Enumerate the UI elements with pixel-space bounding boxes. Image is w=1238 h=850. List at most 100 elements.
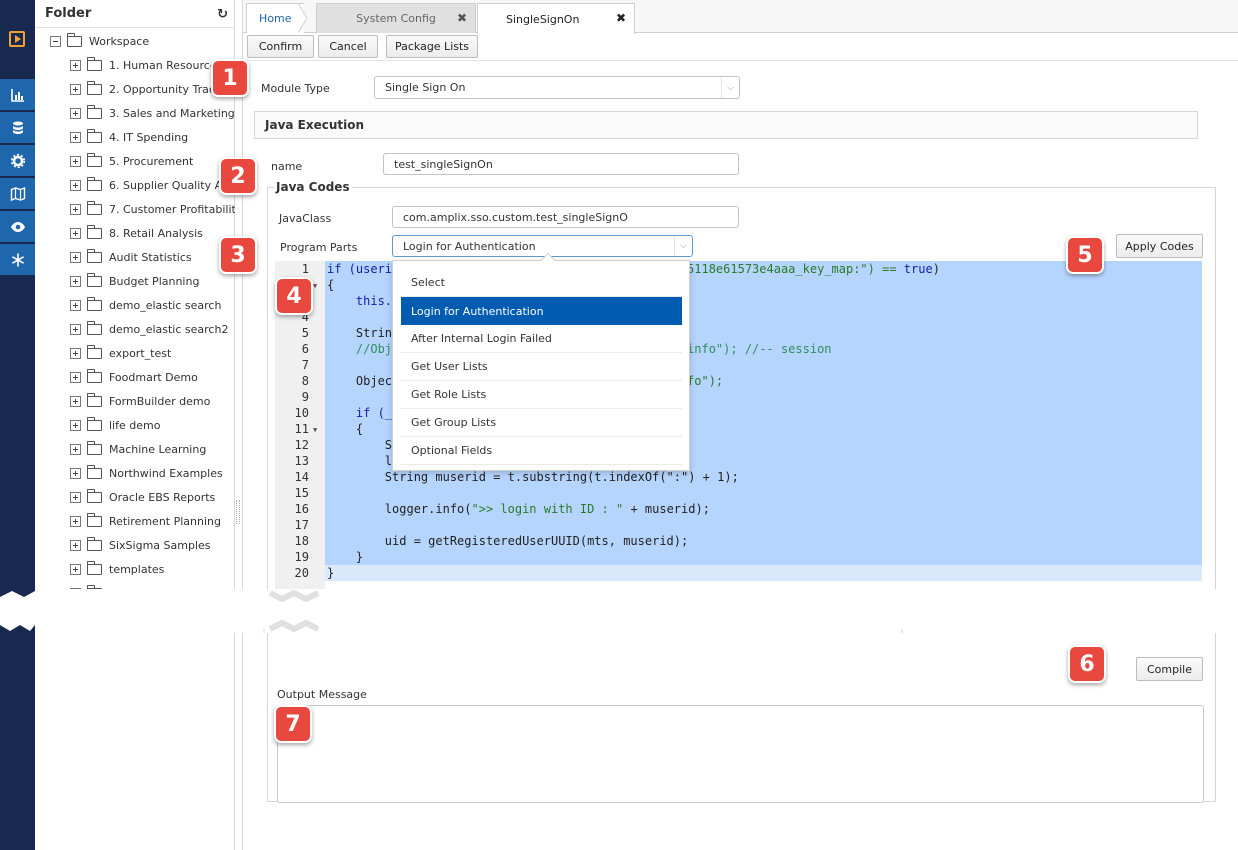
tree-item[interactable]: Retirement Planning [70, 509, 235, 533]
expand-icon[interactable] [70, 299, 81, 311]
expand-icon[interactable] [70, 227, 81, 239]
breadcrumb-chevron [298, 3, 308, 33]
confirm-button[interactable]: Confirm [247, 35, 314, 58]
expand-icon[interactable] [70, 179, 81, 191]
expand-icon[interactable] [70, 491, 81, 503]
tree-item[interactable]: demo_elastic search [70, 293, 235, 317]
dropdown-option[interactable]: Get Role Lists [401, 381, 682, 409]
tree-item[interactable]: Foodmart Demo [70, 365, 235, 389]
page-break-tear [0, 589, 1238, 633]
chevron-down-icon[interactable]: ⌵ [721, 77, 739, 98]
tree-root-label: Workspace [89, 34, 150, 48]
dropdown-option[interactable]: Optional Fields [401, 437, 682, 465]
dropdown-option[interactable]: Select [401, 269, 682, 297]
expand-icon[interactable] [70, 131, 81, 143]
code-line-10: if (_ [327, 405, 392, 421]
code-line-14: String muserid = t.substring(t.indexOf("… [327, 470, 739, 484]
fold-arrow-icon[interactable]: ▼ [313, 426, 317, 434]
expand-icon[interactable] [70, 323, 81, 335]
name-input[interactable]: test_singleSignOn [383, 153, 739, 175]
expand-icon[interactable] [70, 443, 81, 455]
expand-icon[interactable] [70, 83, 81, 95]
close-icon[interactable]: ✖ [616, 11, 626, 25]
package-lists-button[interactable]: Package Lists [386, 35, 478, 58]
expand-icon[interactable] [70, 539, 81, 551]
java-class-label: JavaClass [279, 212, 332, 225]
dropdown-option[interactable]: Get Group Lists [401, 409, 682, 437]
expand-icon[interactable] [70, 515, 81, 527]
dropdown-option[interactable]: Get User Lists [401, 353, 682, 381]
gear-icon[interactable] [0, 145, 35, 176]
database-icon[interactable] [0, 112, 35, 143]
tab-single-sign-on[interactable]: SingleSignOn ✖ [477, 3, 635, 34]
line-number: 15 [294, 486, 309, 500]
tree-item[interactable]: 4. IT Spending [70, 125, 235, 149]
expand-icon[interactable] [70, 467, 81, 479]
apply-codes-button[interactable]: Apply Codes [1116, 234, 1203, 258]
expand-icon[interactable] [70, 419, 81, 431]
panel-splitter[interactable] [236, 500, 240, 524]
expand-icon[interactable] [70, 275, 81, 287]
code-token: 5118e61573e4aaa_key_map:") == [687, 262, 904, 276]
line-number: 13 [294, 454, 309, 468]
close-icon[interactable]: ✖ [457, 11, 467, 25]
expand-icon[interactable] [70, 203, 81, 215]
tab-system-config[interactable]: System Config ✖ [316, 3, 476, 33]
code-line-12: S [327, 438, 393, 452]
tree-item-label: 4. IT Spending [109, 130, 189, 144]
tree-root-workspace[interactable]: Workspace [50, 29, 149, 53]
tree-item[interactable]: Oracle EBS Reports [70, 485, 235, 509]
collapse-icon[interactable] [50, 35, 61, 47]
map-icon[interactable] [0, 178, 35, 209]
tree-item[interactable]: demo_elastic search2 [70, 317, 235, 341]
main-panel: Home System Config ✖ SingleSignOn ✖ Conf… [242, 0, 1238, 850]
tree-item[interactable]: 3. Sales and Marketing [70, 101, 235, 125]
eye-icon[interactable] [0, 211, 35, 242]
tree-item[interactable]: 5. Procurement [70, 149, 235, 173]
expand-icon[interactable] [70, 155, 81, 167]
line-number: 14 [294, 470, 309, 484]
tree-item[interactable]: Audit Statistics [70, 245, 235, 269]
tree-item[interactable]: SixSigma Samples [70, 533, 235, 557]
expand-icon[interactable] [70, 251, 81, 263]
tree-item[interactable]: Northwind Examples [70, 461, 235, 485]
tree-item[interactable]: 6. Supplier Quality Analysis [70, 173, 235, 197]
expand-icon[interactable] [70, 563, 81, 575]
tree-item[interactable]: Budget Planning [70, 269, 235, 293]
tree-item-label: Audit Statistics [109, 250, 192, 264]
tree-item[interactable]: Machine Learning [70, 437, 235, 461]
fold-arrow-icon[interactable]: ▼ [313, 282, 317, 290]
module-type-select[interactable]: Single Sign On ⌵ [374, 76, 740, 99]
play-icon[interactable] [9, 31, 25, 47]
expand-icon[interactable] [70, 107, 81, 119]
folder-icon [87, 296, 102, 311]
cancel-button[interactable]: Cancel [318, 35, 378, 58]
snowflake-icon[interactable] [0, 244, 35, 275]
tab-home[interactable]: Home [246, 3, 304, 33]
line-number: 7 [301, 358, 309, 372]
callout-badge: 1 [211, 59, 249, 97]
folder-icon [87, 224, 102, 239]
tree-item[interactable]: export_test [70, 341, 235, 365]
dropdown-option[interactable]: After Internal Login Failed [401, 325, 682, 353]
tree-item[interactable]: templates [70, 557, 235, 581]
line-number: 12 [294, 438, 309, 452]
tree-item[interactable]: FormBuilder demo [70, 389, 235, 413]
compile-button[interactable]: Compile [1136, 657, 1203, 681]
bar-chart-icon[interactable] [0, 79, 35, 110]
program-parts-select[interactable]: Login for Authentication ⌵ [392, 235, 693, 257]
expand-icon[interactable] [70, 395, 81, 407]
expand-icon[interactable] [70, 347, 81, 359]
expand-icon[interactable] [70, 59, 81, 71]
dropdown-option[interactable]: Login for Authentication [401, 297, 682, 325]
chevron-down-icon[interactable]: ⌵ [674, 236, 692, 256]
tree-item[interactable]: life demo [70, 413, 235, 437]
java-class-input[interactable]: com.amplix.sso.custom.test_singleSignO [392, 206, 739, 228]
tree-item[interactable]: 7. Customer Profitability [70, 197, 235, 221]
folder-icon [87, 368, 102, 383]
tree-item[interactable]: 8. Retail Analysis [70, 221, 235, 245]
refresh-icon[interactable]: ↻ [217, 7, 228, 22]
expand-icon[interactable] [70, 371, 81, 383]
output-message-textarea[interactable] [277, 705, 1204, 803]
active-line [325, 565, 1202, 581]
